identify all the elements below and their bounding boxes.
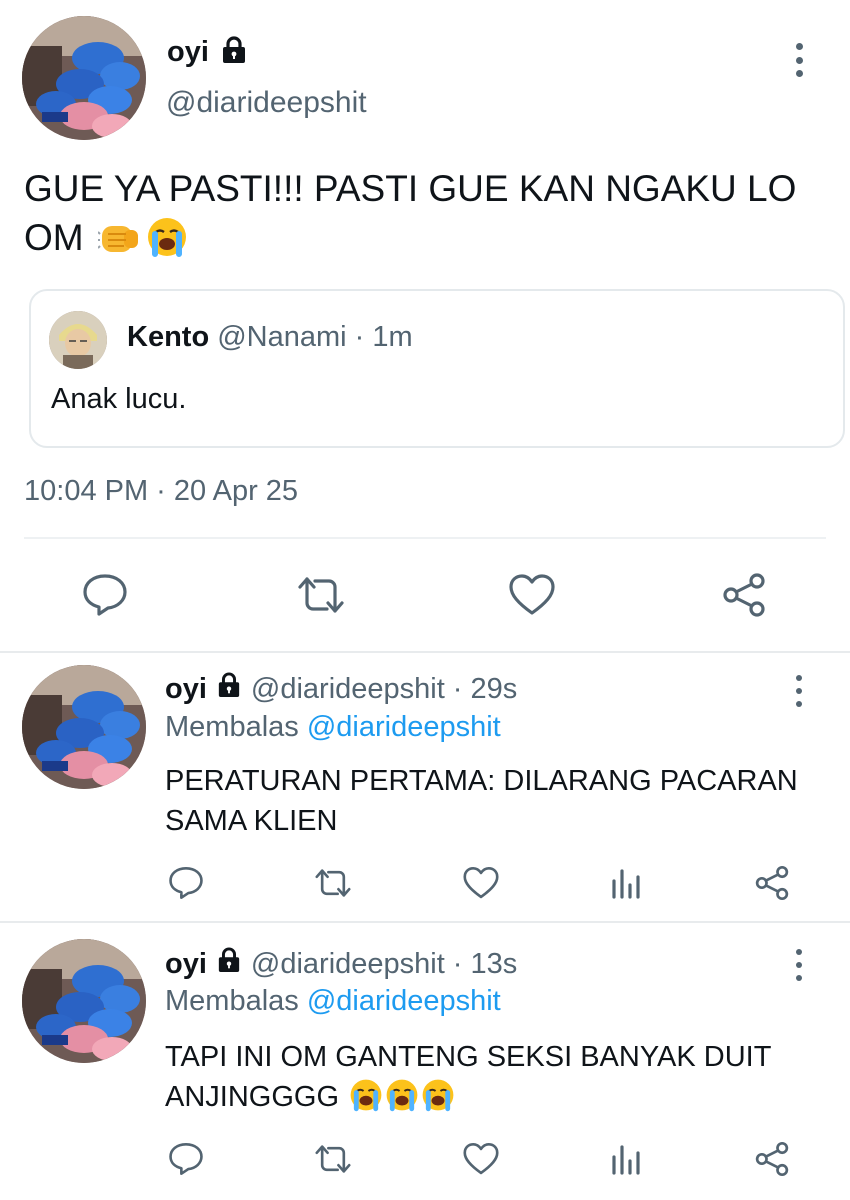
quoted-author-meta: Kento @Nanami · 1m	[127, 321, 413, 354]
reply-tweet[interactable]: oyi @diarideepshit · 13s Membalas @diari…	[0, 923, 850, 1200]
reply-author-handle[interactable]: @diarideepshit	[251, 948, 445, 981]
share-icon[interactable]	[718, 570, 770, 620]
reply-author-avatar[interactable]	[22, 939, 146, 1063]
reply-tweet[interactable]: oyi @diarideepshit · 29s Membalas @diari…	[0, 653, 850, 921]
share-icon[interactable]	[752, 1139, 792, 1179]
reply-time[interactable]: 29s	[470, 673, 517, 706]
lock-icon	[217, 947, 241, 981]
retweet-icon[interactable]	[311, 1139, 355, 1179]
reply-separator: ·	[452, 947, 463, 980]
divider	[24, 537, 826, 539]
author-handle[interactable]: @diarideepshit	[166, 86, 367, 120]
heart-icon[interactable]	[461, 863, 501, 903]
reply-text: PERATURAN PERTAMA: DILARANG PACARAN SAMA…	[165, 765, 798, 837]
replying-to-link[interactable]: @diarideepshit	[307, 711, 501, 743]
reply-icon[interactable]	[166, 863, 206, 903]
author-name[interactable]: oyi	[167, 36, 209, 69]
loudly-crying-face-emoji	[349, 1078, 383, 1123]
loudly-crying-face-emoji	[421, 1078, 455, 1123]
replying-to: Membalas @diarideepshit	[165, 985, 501, 1018]
quoted-author-handle: @Nanami	[217, 321, 347, 353]
reply-header: oyi @diarideepshit · 29s	[165, 672, 517, 706]
heart-icon[interactable]	[506, 570, 558, 620]
author-name-row: oyi	[167, 32, 247, 72]
reply-text-content: TAPI INI OM GANTENG SEKSI BANYAK DUIT AN…	[165, 1041, 771, 1113]
tweet-text: GUE YA PASTI!!! PASTI GUE KAN NGAKU LO O…	[24, 164, 824, 270]
more-vertical-icon[interactable]	[784, 40, 814, 80]
retweet-icon[interactable]	[293, 570, 349, 620]
replying-to-link[interactable]: @diarideepshit	[307, 985, 501, 1017]
reply-actions-bar	[0, 857, 850, 907]
reply-author-name[interactable]: oyi	[165, 673, 207, 706]
share-icon[interactable]	[752, 863, 792, 903]
analytics-icon[interactable]	[608, 863, 644, 903]
replying-prefix: Membalas	[165, 985, 299, 1017]
avatar-image	[22, 16, 146, 140]
replying-prefix: Membalas	[165, 711, 299, 743]
author-avatar[interactable]	[22, 16, 146, 140]
quoted-author-avatar	[49, 311, 107, 369]
reply-text: TAPI INI OM GANTENG SEKSI BANYAK DUIT AN…	[165, 1037, 835, 1123]
more-vertical-icon[interactable]	[786, 673, 812, 709]
reply-author-handle[interactable]: @diarideepshit	[251, 673, 445, 706]
quoted-tweet-card[interactable]: Kento @Nanami · 1m Anak lucu.	[29, 289, 845, 448]
heart-icon[interactable]	[461, 1139, 501, 1179]
tweet-timestamp[interactable]: 10:04 PM · 20 Apr 25	[24, 475, 298, 508]
quoted-time: 1m	[372, 321, 413, 353]
reply-author-name[interactable]: oyi	[165, 948, 207, 981]
reply-time[interactable]: 13s	[470, 948, 517, 981]
oncoming-fist-emoji	[97, 218, 142, 270]
reply-separator: ·	[452, 672, 463, 705]
replying-to: Membalas @diarideepshit	[165, 711, 501, 744]
quoted-author-name: Kento	[127, 321, 210, 353]
loudly-crying-face-emoji	[385, 1078, 419, 1123]
more-vertical-icon[interactable]	[786, 947, 812, 983]
quoted-tweet-text: Anak lucu.	[51, 383, 187, 415]
loudly-crying-face-emoji	[146, 216, 188, 270]
lock-icon	[217, 672, 241, 706]
reply-icon[interactable]	[166, 1139, 206, 1179]
analytics-icon[interactable]	[608, 1139, 644, 1179]
reply-author-avatar[interactable]	[22, 665, 146, 789]
tweet-actions-bar	[0, 560, 850, 630]
reply-icon[interactable]	[80, 570, 130, 620]
reply-header: oyi @diarideepshit · 13s	[165, 947, 517, 981]
quoted-separator: ·	[354, 321, 365, 353]
retweet-icon[interactable]	[311, 863, 355, 903]
reply-actions-bar	[0, 1135, 850, 1185]
lock-icon	[221, 35, 247, 69]
